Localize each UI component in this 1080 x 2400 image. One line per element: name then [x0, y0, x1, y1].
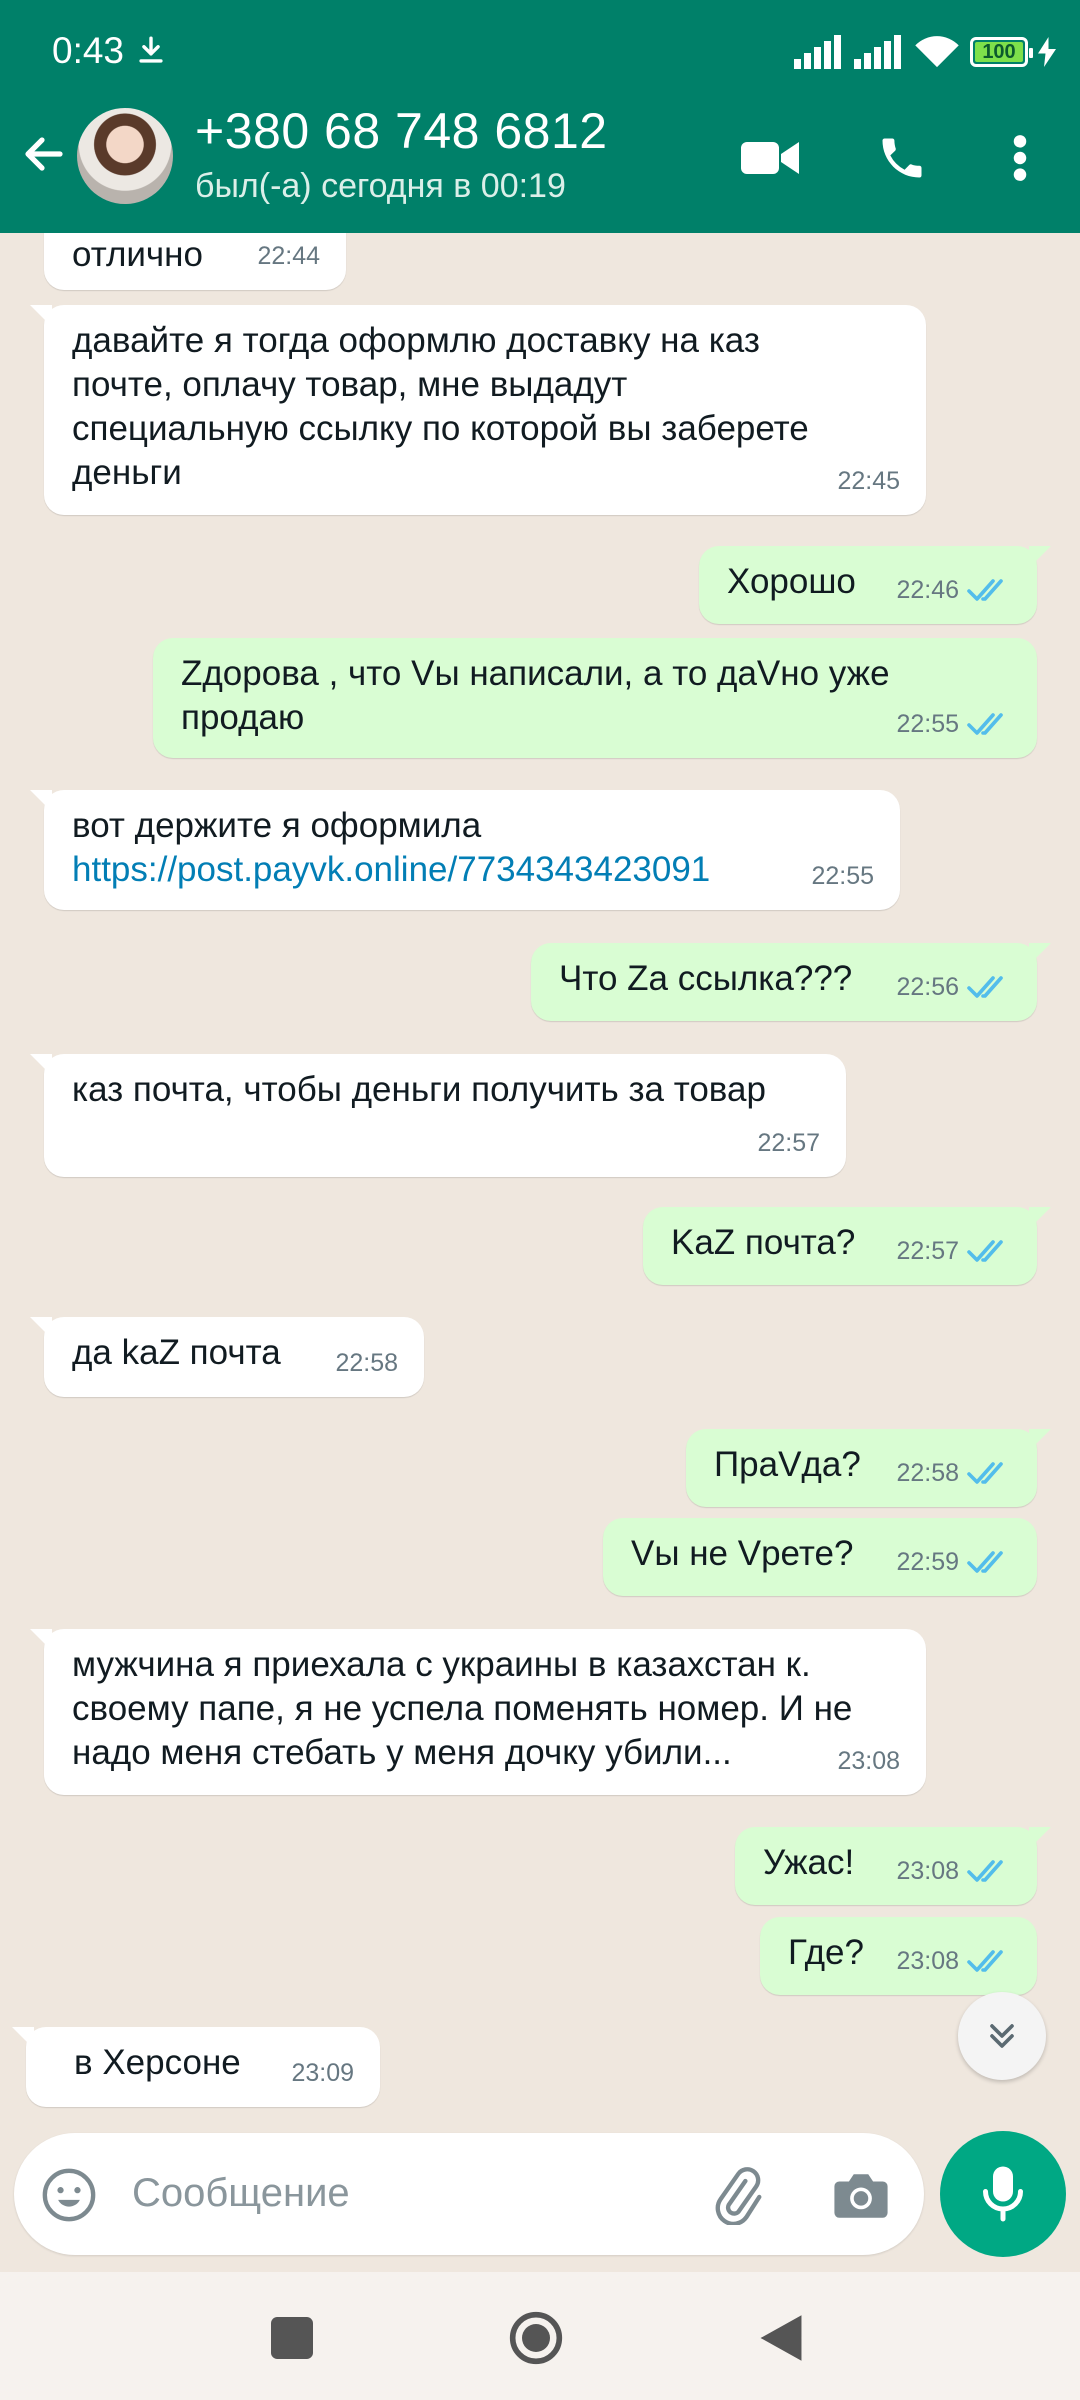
- message-time: 23:08: [896, 1857, 959, 1885]
- emoji-icon[interactable]: [40, 2166, 98, 2224]
- message-link[interactable]: https://post.payvk.online/7734343423091: [72, 848, 872, 892]
- incoming-message[interactable]: мужчина я приехала с украины в казахстан…: [30, 1629, 926, 1795]
- double-check-icon: [967, 1462, 1003, 1484]
- incoming-message[interactable]: вот держите я оформила https://post.payv…: [30, 790, 900, 910]
- back-nav-icon[interactable]: [758, 2313, 804, 2363]
- message-time: 22:57: [757, 1129, 820, 1157]
- incoming-message[interactable]: отлично 22:44: [44, 233, 346, 290]
- message-text: вот держите я оформила: [72, 806, 482, 845]
- outgoing-message[interactable]: ПраVда? 22:58: [686, 1429, 1051, 1507]
- incoming-message[interactable]: в Херсоне 23:09: [12, 2027, 380, 2107]
- message-input[interactable]: Сообщение: [132, 2171, 350, 2216]
- attach-icon[interactable]: [708, 2167, 766, 2225]
- download-icon: [139, 36, 163, 63]
- message-time: 22:55: [896, 710, 959, 738]
- message-time: 22:58: [896, 1459, 959, 1487]
- video-call-button[interactable]: [740, 128, 800, 188]
- message-time: 22:56: [896, 973, 959, 1001]
- outgoing-message[interactable]: Ужас! 23:08: [735, 1827, 1051, 1905]
- double-check-icon: [967, 976, 1003, 998]
- voice-message-button[interactable]: [940, 2131, 1066, 2257]
- phone-icon: [882, 138, 922, 178]
- incoming-message[interactable]: каз почта, чтобы деньги получить за това…: [30, 1054, 846, 1177]
- message-time: 22:57: [896, 1237, 959, 1265]
- double-check-icon: [967, 1551, 1003, 1573]
- message-time: 23:08: [837, 1747, 900, 1775]
- message-list[interactable]: отлично 22:44 давайте я тогда оформлю до…: [0, 233, 1080, 2130]
- message-text: мужчина я приехала с украины в казахстан…: [72, 1645, 853, 1772]
- incoming-message[interactable]: да kaZ почта 22:58: [30, 1317, 424, 1397]
- message-time: 22:55: [811, 862, 874, 890]
- voice-call-button[interactable]: [872, 128, 932, 188]
- message-time: 22:46: [896, 576, 959, 604]
- message-text: давайте я тогда оформлю доставку на каз …: [72, 321, 809, 492]
- double-check-icon: [967, 1240, 1003, 1262]
- incoming-message[interactable]: давайте я тогда оформлю доставку на каз …: [30, 305, 926, 515]
- video-call-icon: [741, 142, 799, 174]
- avatar[interactable]: [77, 108, 173, 204]
- message-time: 22:44: [257, 242, 320, 270]
- message-time: 22:45: [837, 467, 900, 495]
- outgoing-message[interactable]: Zдорова , что Vы написали, а то даVно уж…: [153, 638, 1037, 758]
- outgoing-message[interactable]: Хорошо 22:46: [699, 546, 1051, 624]
- double-check-icon: [967, 713, 1003, 735]
- battery-indicator: 100: [970, 37, 1033, 67]
- double-check-icon: [967, 1950, 1003, 1972]
- status-time: 0:43: [52, 30, 125, 71]
- wifi-icon: [915, 36, 959, 68]
- system-navigation-bar: [0, 2272, 1080, 2400]
- message-time: 22:59: [896, 1548, 959, 1576]
- back-arrow-icon[interactable]: [20, 130, 68, 178]
- scroll-to-bottom-button[interactable]: [958, 1992, 1046, 2080]
- chevron-double-down-icon: [990, 2024, 1014, 2048]
- charging-icon: [1038, 37, 1056, 67]
- contact-name[interactable]: +380 68 748 6812: [195, 102, 608, 160]
- message-text: Zдорова , что Vы написали, а то даVно уж…: [181, 654, 890, 737]
- recents-icon[interactable]: [271, 2317, 313, 2359]
- more-options-button[interactable]: [990, 128, 1050, 188]
- double-check-icon: [967, 579, 1003, 601]
- message-time: 23:09: [291, 2059, 354, 2087]
- mic-icon: [983, 2166, 1023, 2222]
- last-seen-status: был(-а) сегодня в 00:19: [195, 167, 566, 205]
- message-composer[interactable]: Сообщение: [14, 2133, 924, 2255]
- message-time: 22:58: [335, 1349, 398, 1377]
- signal-icon-2: [854, 35, 901, 69]
- message-time: 23:08: [896, 1947, 959, 1975]
- chat-header: 0:43 100 +380 68 748 6812 был(-а) сегодн…: [0, 0, 1080, 233]
- status-bar: 0:43 100: [0, 0, 1080, 100]
- outgoing-message[interactable]: Vы не Vрете? 22:59: [603, 1518, 1037, 1596]
- home-icon[interactable]: [508, 2310, 564, 2366]
- message-text: каз почта, чтобы деньги получить за това…: [72, 1070, 766, 1109]
- signal-icon: [794, 35, 841, 69]
- outgoing-message[interactable]: Где? 23:08: [760, 1917, 1037, 1995]
- camera-icon[interactable]: [832, 2169, 890, 2223]
- double-check-icon: [967, 1860, 1003, 1882]
- more-vert-icon: [1013, 135, 1027, 181]
- outgoing-message[interactable]: KaZ почта? 22:57: [643, 1207, 1051, 1285]
- outgoing-message[interactable]: Что Zа ссылка??? 22:56: [531, 943, 1051, 1021]
